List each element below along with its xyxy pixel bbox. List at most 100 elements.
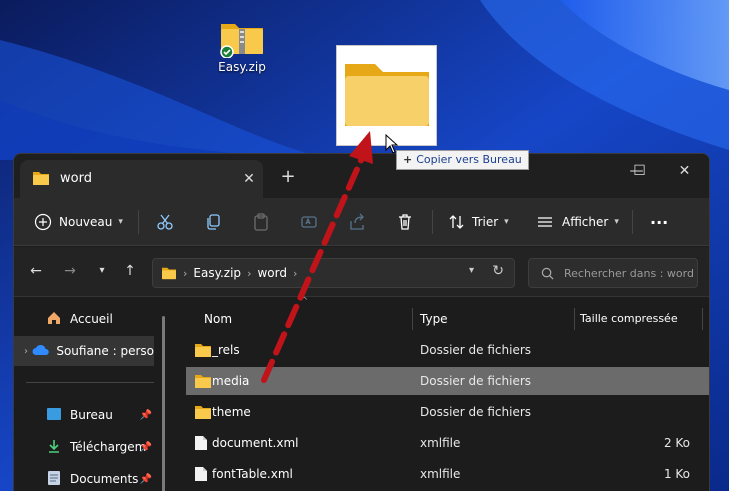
table-row[interactable]: document.xml xmlfile 2 Ko xyxy=(186,429,709,457)
column-divider[interactable] xyxy=(702,308,703,330)
clipboard-icon xyxy=(254,213,268,231)
share-button[interactable] xyxy=(348,208,366,236)
tooltip-action: Copier vers xyxy=(416,153,479,166)
list-view-icon xyxy=(538,217,552,227)
delete-button[interactable] xyxy=(396,208,414,236)
file-type: Dossier de fichiers xyxy=(420,374,532,388)
column-header-name[interactable]: Nom xyxy=(204,304,232,334)
chevron-right-icon: › xyxy=(247,266,252,280)
file-name: document.xml xyxy=(212,436,299,450)
document-icon xyxy=(44,470,64,489)
expand-chevron-icon[interactable]: › xyxy=(24,346,32,357)
maximize-icon[interactable]: ☐ xyxy=(617,156,662,186)
file-explorer-window: word ✕ + — ☐ ✕ Nouveau ▾ Trier ▾ Affiche… xyxy=(13,153,710,491)
tab-word[interactable]: word ✕ xyxy=(20,160,263,198)
column-divider[interactable] xyxy=(412,308,413,330)
table-row[interactable]: media Dossier de fichiers xyxy=(186,367,709,395)
copy-icon xyxy=(207,214,220,230)
address-bar[interactable]: › Easy.zip › word › ▾ ↻ xyxy=(152,258,515,288)
file-name: _rels xyxy=(212,343,240,357)
sidebar-item-desktop[interactable]: Bureau 📌 xyxy=(14,400,154,430)
copy-button[interactable] xyxy=(204,208,222,236)
drag-preview xyxy=(336,45,437,146)
folder-icon xyxy=(33,172,49,185)
forward-arrow-icon[interactable]: → xyxy=(58,259,82,283)
file-type: Dossier de fichiers xyxy=(420,405,532,419)
chevron-right-icon: › xyxy=(183,266,188,280)
close-window-icon[interactable]: ✕ xyxy=(662,156,707,186)
table-row[interactable]: theme Dossier de fichiers xyxy=(186,398,709,426)
cut-button[interactable] xyxy=(156,208,174,236)
column-divider[interactable] xyxy=(574,308,575,330)
file-name: media xyxy=(212,374,250,388)
sort-icon xyxy=(449,215,464,229)
sidebar-item-label: Soufiane : perso xyxy=(56,344,154,358)
table-row[interactable]: _rels Dossier de fichiers xyxy=(186,336,709,364)
navigation-bar: ← → ▾ ↑ › Easy.zip › word › ▾ ↻ xyxy=(14,247,709,297)
command-bar: Nouveau ▾ Trier ▾ Afficher ▾ ··· xyxy=(14,198,709,246)
zip-folder-icon xyxy=(220,24,263,58)
column-header-compressed-size[interactable]: Taille compressée xyxy=(580,304,678,334)
view-button[interactable]: Afficher ▾ xyxy=(536,208,619,236)
title-bar: word ✕ + — ☐ ✕ xyxy=(14,154,709,198)
desktop-icon-easy-zip[interactable]: Easy.zip xyxy=(212,18,272,74)
file-type: xmlfile xyxy=(420,467,461,481)
view-label: Afficher xyxy=(562,215,609,229)
sidebar-item-label: Bureau xyxy=(70,408,113,422)
share-icon xyxy=(350,213,364,230)
sidebar-item-downloads[interactable]: Téléchargem 📌 xyxy=(14,432,154,462)
folder-icon xyxy=(162,267,176,280)
folder-icon xyxy=(195,406,211,419)
search-box[interactable] xyxy=(528,258,698,288)
sort-label: Trier xyxy=(472,215,499,229)
sidebar-item-onedrive[interactable]: › Soufiane : perso xyxy=(14,336,154,366)
navigation-pane: Accueil › Soufiane : perso Bureau 📌 Télé… xyxy=(14,298,158,491)
recent-locations-chevron-icon[interactable]: ▾ xyxy=(90,259,114,283)
file-icon xyxy=(195,436,207,450)
file-name: fontTable.xml xyxy=(212,467,293,481)
cloud-icon xyxy=(32,344,50,359)
close-tab-icon[interactable]: ✕ xyxy=(237,167,261,191)
breadcrumb-word[interactable]: word xyxy=(257,266,287,280)
table-row[interactable]: fontTable.xml xmlfile 1 Ko xyxy=(186,460,709,488)
pin-icon: 📌 xyxy=(139,441,152,453)
trash-icon xyxy=(399,214,411,230)
folder-icon xyxy=(345,64,429,126)
new-button[interactable]: Nouveau ▾ xyxy=(34,208,123,236)
navigation-pane-scrollbar[interactable] xyxy=(159,298,173,491)
tooltip-target: Bureau xyxy=(482,153,522,166)
sort-button[interactable]: Trier ▾ xyxy=(448,208,509,236)
file-name: theme xyxy=(212,405,251,419)
file-size: 1 Ko xyxy=(663,467,690,481)
rename-icon xyxy=(301,216,317,228)
rename-button[interactable] xyxy=(300,208,318,236)
pin-icon: 📌 xyxy=(139,409,152,421)
search-input[interactable] xyxy=(564,266,694,280)
file-type: xmlfile xyxy=(420,436,461,450)
address-history-chevron-icon[interactable]: ▾ xyxy=(469,265,474,276)
breadcrumb-easy-zip[interactable]: Easy.zip xyxy=(193,266,241,280)
sidebar-item-documents[interactable]: Documents 📌 xyxy=(14,464,154,491)
file-size: 2 Ko xyxy=(663,436,690,450)
scissors-icon xyxy=(157,214,173,230)
more-options-button[interactable]: ··· xyxy=(650,208,668,236)
sort-ascending-icon: ^ xyxy=(300,296,309,307)
sidebar-item-home[interactable]: Accueil xyxy=(14,304,154,334)
plus-circle-icon xyxy=(34,213,52,231)
search-icon xyxy=(541,267,554,279)
new-tab-button[interactable]: + xyxy=(276,165,300,189)
drag-tooltip: + Copier vers Bureau xyxy=(396,150,529,170)
sidebar-item-label: Téléchargem xyxy=(70,440,147,454)
new-label: Nouveau xyxy=(59,215,113,229)
up-arrow-icon[interactable]: ↑ xyxy=(118,259,142,283)
back-arrow-icon[interactable]: ← xyxy=(24,259,48,283)
sidebar-item-label: Documents xyxy=(70,472,139,486)
desktop-icon-label: Easy.zip xyxy=(218,60,266,74)
refresh-icon[interactable]: ↻ xyxy=(492,263,504,279)
column-header-type[interactable]: Type xyxy=(420,304,448,334)
scrollbar-thumb[interactable] xyxy=(162,316,165,491)
home-icon xyxy=(44,310,64,329)
paste-button[interactable] xyxy=(252,208,270,236)
divider xyxy=(26,382,154,383)
sidebar-item-label: Accueil xyxy=(70,312,113,326)
